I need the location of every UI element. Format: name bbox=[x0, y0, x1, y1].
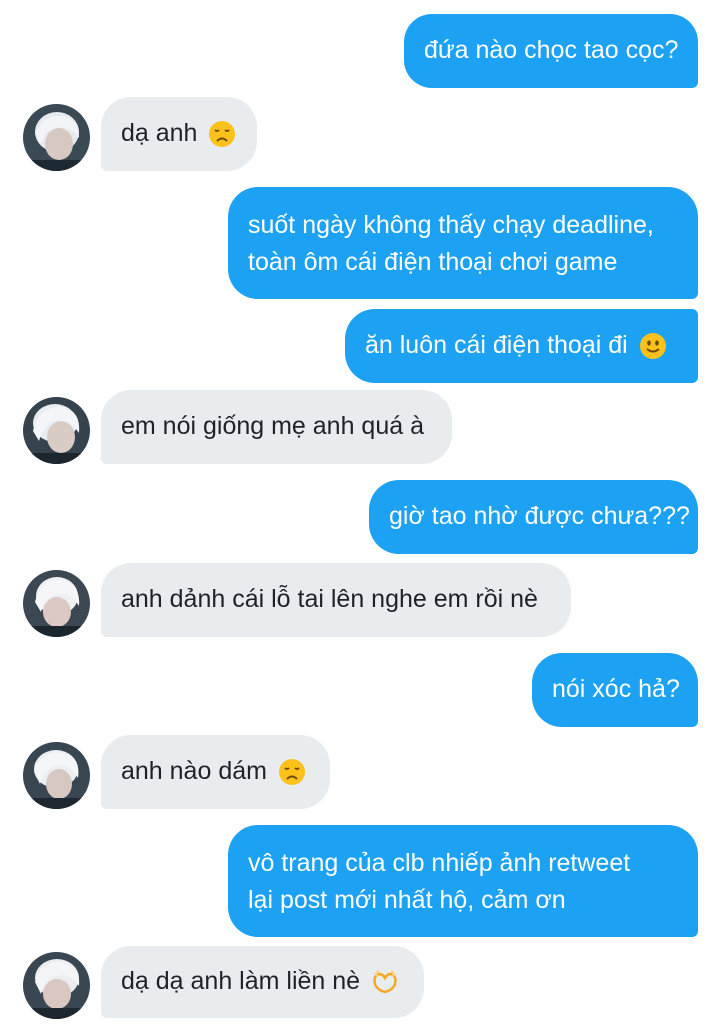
slightly-smiling-face-icon bbox=[639, 332, 667, 360]
message-text: giờ tao nhờ được chưa??? bbox=[389, 502, 690, 530]
avatar[interactable] bbox=[23, 570, 90, 637]
message-text-line: toàn ôm cái điện thoại chơi game bbox=[248, 248, 618, 276]
incoming-message[interactable]: anh dảnh cái lỗ tai lên nghe em rồi nè bbox=[101, 563, 571, 637]
disappointed-face-icon bbox=[208, 120, 236, 148]
message-text: ăn luôn cái điện thoại đi bbox=[365, 331, 628, 359]
avatar[interactable] bbox=[23, 397, 90, 464]
message-text-line: vô trang của clb nhiếp ảnh retweet bbox=[248, 849, 631, 877]
message-text-line: suốt ngày không thấy chạy deadline, bbox=[248, 211, 654, 239]
message-text: em nói giống mẹ anh quá à bbox=[121, 412, 424, 440]
outgoing-message[interactable]: vô trang của clb nhiếp ảnh retweet lại p… bbox=[228, 825, 698, 937]
outgoing-message[interactable]: đứa nào chọc tao cọc? bbox=[404, 14, 698, 88]
avatar[interactable] bbox=[23, 952, 90, 1019]
message-text: nói xóc hả? bbox=[552, 675, 680, 703]
message-text: dạ anh bbox=[121, 119, 198, 147]
incoming-message[interactable]: dạ dạ anh làm liền nè bbox=[101, 946, 424, 1018]
avatar[interactable] bbox=[23, 104, 90, 171]
message-text: đứa nào chọc tao cọc? bbox=[424, 36, 679, 64]
heart-hands-icon bbox=[371, 968, 399, 996]
message-text: anh dảnh cái lỗ tai lên nghe em rồi nè bbox=[121, 585, 538, 613]
incoming-message[interactable]: em nói giống mẹ anh quá à bbox=[101, 390, 452, 464]
outgoing-message[interactable]: suốt ngày không thấy chạy deadline, toàn… bbox=[228, 187, 698, 299]
disappointed-face-icon bbox=[278, 758, 306, 786]
outgoing-message[interactable]: ăn luôn cái điện thoại đi bbox=[345, 309, 698, 383]
message-text: anh nào dám bbox=[121, 757, 267, 785]
message-text-line: lại post mới nhất hộ, cảm ơn bbox=[248, 886, 566, 914]
outgoing-message[interactable]: nói xóc hả? bbox=[532, 653, 698, 727]
incoming-message[interactable]: anh nào dám bbox=[101, 735, 330, 809]
message-text: dạ dạ anh làm liền nè bbox=[121, 967, 361, 995]
chat-thread: đứa nào chọc tao cọc? dạ anh suốt ngày k… bbox=[0, 0, 720, 1030]
outgoing-message[interactable]: giờ tao nhờ được chưa??? bbox=[369, 480, 698, 554]
incoming-message[interactable]: dạ anh bbox=[101, 97, 257, 171]
avatar[interactable] bbox=[23, 742, 90, 809]
